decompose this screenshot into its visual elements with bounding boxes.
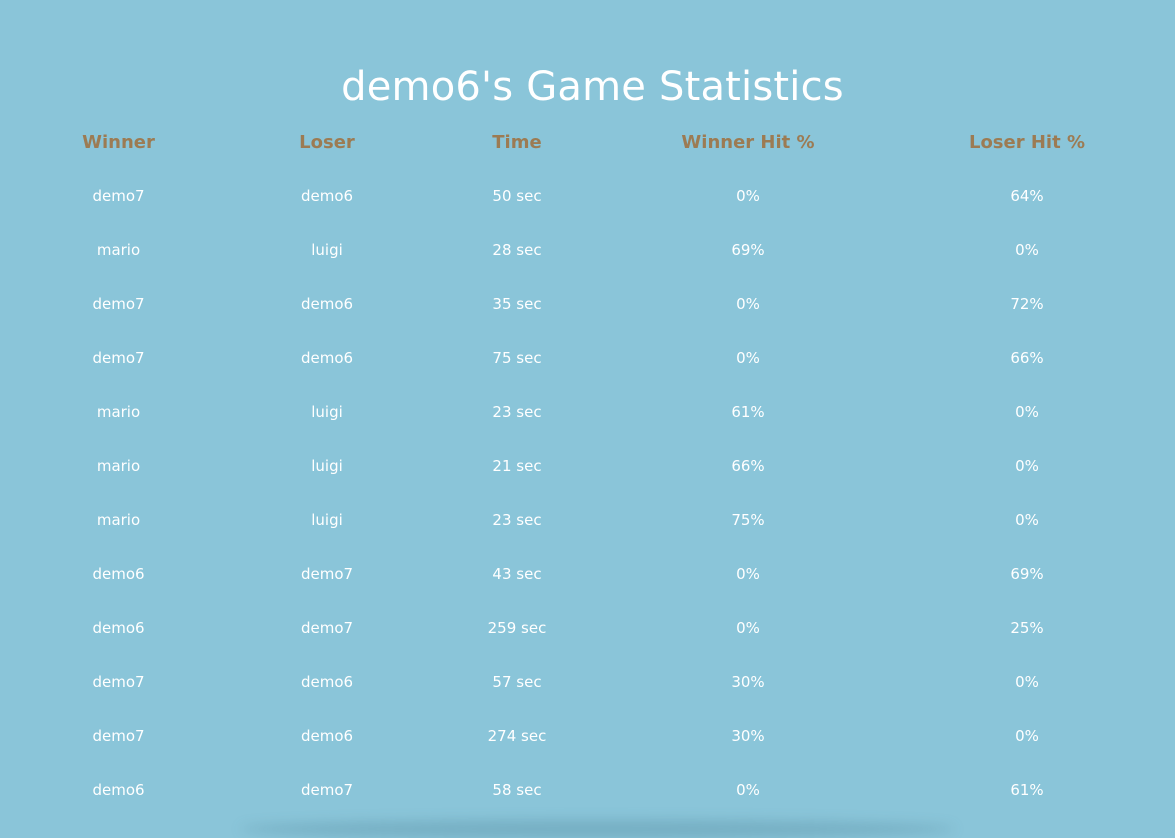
time-cell: 21 sec xyxy=(492,457,542,475)
loser-hit-cell: 0% xyxy=(1015,673,1039,691)
time-cell: 58 sec xyxy=(492,781,542,799)
loser-hit-cell: 25% xyxy=(1010,619,1044,637)
loser-cell: luigi xyxy=(311,511,343,529)
winner-hit-cell: 61% xyxy=(731,403,765,421)
loser-hit-cell: 0% xyxy=(1015,457,1039,475)
table-row: demo7 demo6 75 sec 0% 66% xyxy=(0,331,1175,385)
winner-hit-cell: 0% xyxy=(736,349,760,367)
table-row: demo7 demo6 274 sec 30% 0% xyxy=(0,709,1175,763)
table-header-row: Winner Loser Time Winner Hit % Loser Hit… xyxy=(0,115,1175,169)
table-row: mario luigi 23 sec 61% 0% xyxy=(0,385,1175,439)
loser-cell: demo7 xyxy=(300,619,354,637)
winner-cell: demo7 xyxy=(92,727,145,745)
table-row: demo6 demo7 43 sec 0% 69% xyxy=(0,547,1175,601)
winner-cell: mario xyxy=(96,403,141,421)
column-header-time: Time xyxy=(492,131,542,153)
loser-cell: luigi xyxy=(311,457,343,475)
column-header-loser: Loser xyxy=(299,131,355,153)
time-cell: 75 sec xyxy=(492,349,542,367)
loser-cell: demo6 xyxy=(300,727,354,745)
column-header-winner-hit: Winner Hit % xyxy=(681,131,815,153)
bottom-shadow xyxy=(240,820,955,838)
loser-hit-cell: 0% xyxy=(1015,403,1039,421)
winner-hit-cell: 0% xyxy=(736,295,760,313)
loser-cell: demo6 xyxy=(300,295,354,313)
loser-cell: demo6 xyxy=(300,349,354,367)
table-row: mario luigi 28 sec 69% 0% xyxy=(0,223,1175,277)
winner-cell: mario xyxy=(96,241,141,259)
time-cell: 35 sec xyxy=(492,295,542,313)
loser-hit-cell: 61% xyxy=(1010,781,1044,799)
winner-hit-cell: 69% xyxy=(731,241,765,259)
winner-cell: demo7 xyxy=(92,349,145,367)
table-row: demo7 demo6 35 sec 0% 72% xyxy=(0,277,1175,331)
time-cell: 23 sec xyxy=(492,403,542,421)
column-header-winner: Winner xyxy=(82,131,155,153)
winner-hit-cell: 66% xyxy=(731,457,765,475)
winner-cell: demo6 xyxy=(92,565,145,583)
winner-hit-cell: 0% xyxy=(736,187,760,205)
winner-hit-cell: 0% xyxy=(736,781,760,799)
time-cell: 23 sec xyxy=(492,511,542,529)
loser-cell: demo6 xyxy=(300,187,354,205)
loser-cell: demo7 xyxy=(300,781,354,799)
time-cell: 57 sec xyxy=(492,673,542,691)
table-row: demo6 demo7 58 sec 0% 61% xyxy=(0,763,1175,817)
time-cell: 28 sec xyxy=(492,241,542,259)
table-row: mario luigi 23 sec 75% 0% xyxy=(0,493,1175,547)
loser-cell: luigi xyxy=(311,241,343,259)
winner-hit-cell: 0% xyxy=(736,565,760,583)
loser-hit-cell: 0% xyxy=(1015,511,1039,529)
winner-cell: mario xyxy=(96,457,141,475)
game-statistics-table: Winner Loser Time Winner Hit % Loser Hit… xyxy=(0,115,1175,817)
loser-hit-cell: 0% xyxy=(1015,241,1039,259)
winner-hit-cell: 0% xyxy=(736,619,760,637)
winner-cell: mario xyxy=(96,511,141,529)
table-row: demo6 demo7 259 sec 0% 25% xyxy=(0,601,1175,655)
loser-hit-cell: 0% xyxy=(1015,727,1039,745)
loser-cell: luigi xyxy=(311,403,343,421)
loser-hit-cell: 64% xyxy=(1010,187,1044,205)
winner-hit-cell: 75% xyxy=(731,511,765,529)
winner-hit-cell: 30% xyxy=(731,727,765,745)
table-row: demo7 demo6 57 sec 30% 0% xyxy=(0,655,1175,709)
table-row: mario luigi 21 sec 66% 0% xyxy=(0,439,1175,493)
page-title: demo6's Game Statistics xyxy=(341,63,844,110)
column-header-loser-hit: Loser Hit % xyxy=(968,131,1086,153)
table-row: demo7 demo6 50 sec 0% 64% xyxy=(0,169,1175,223)
time-cell: 50 sec xyxy=(492,187,542,205)
loser-hit-cell: 66% xyxy=(1010,349,1044,367)
loser-hit-cell: 72% xyxy=(1010,295,1044,313)
time-cell: 274 sec xyxy=(487,727,547,745)
winner-cell: demo7 xyxy=(92,187,145,205)
winner-cell: demo7 xyxy=(92,295,145,313)
winner-cell: demo6 xyxy=(92,781,145,799)
winner-hit-cell: 30% xyxy=(731,673,765,691)
time-cell: 43 sec xyxy=(492,565,542,583)
loser-cell: demo7 xyxy=(300,565,354,583)
loser-hit-cell: 69% xyxy=(1010,565,1044,583)
winner-cell: demo6 xyxy=(92,619,145,637)
loser-cell: demo6 xyxy=(300,673,354,691)
time-cell: 259 sec xyxy=(487,619,547,637)
winner-cell: demo7 xyxy=(92,673,145,691)
